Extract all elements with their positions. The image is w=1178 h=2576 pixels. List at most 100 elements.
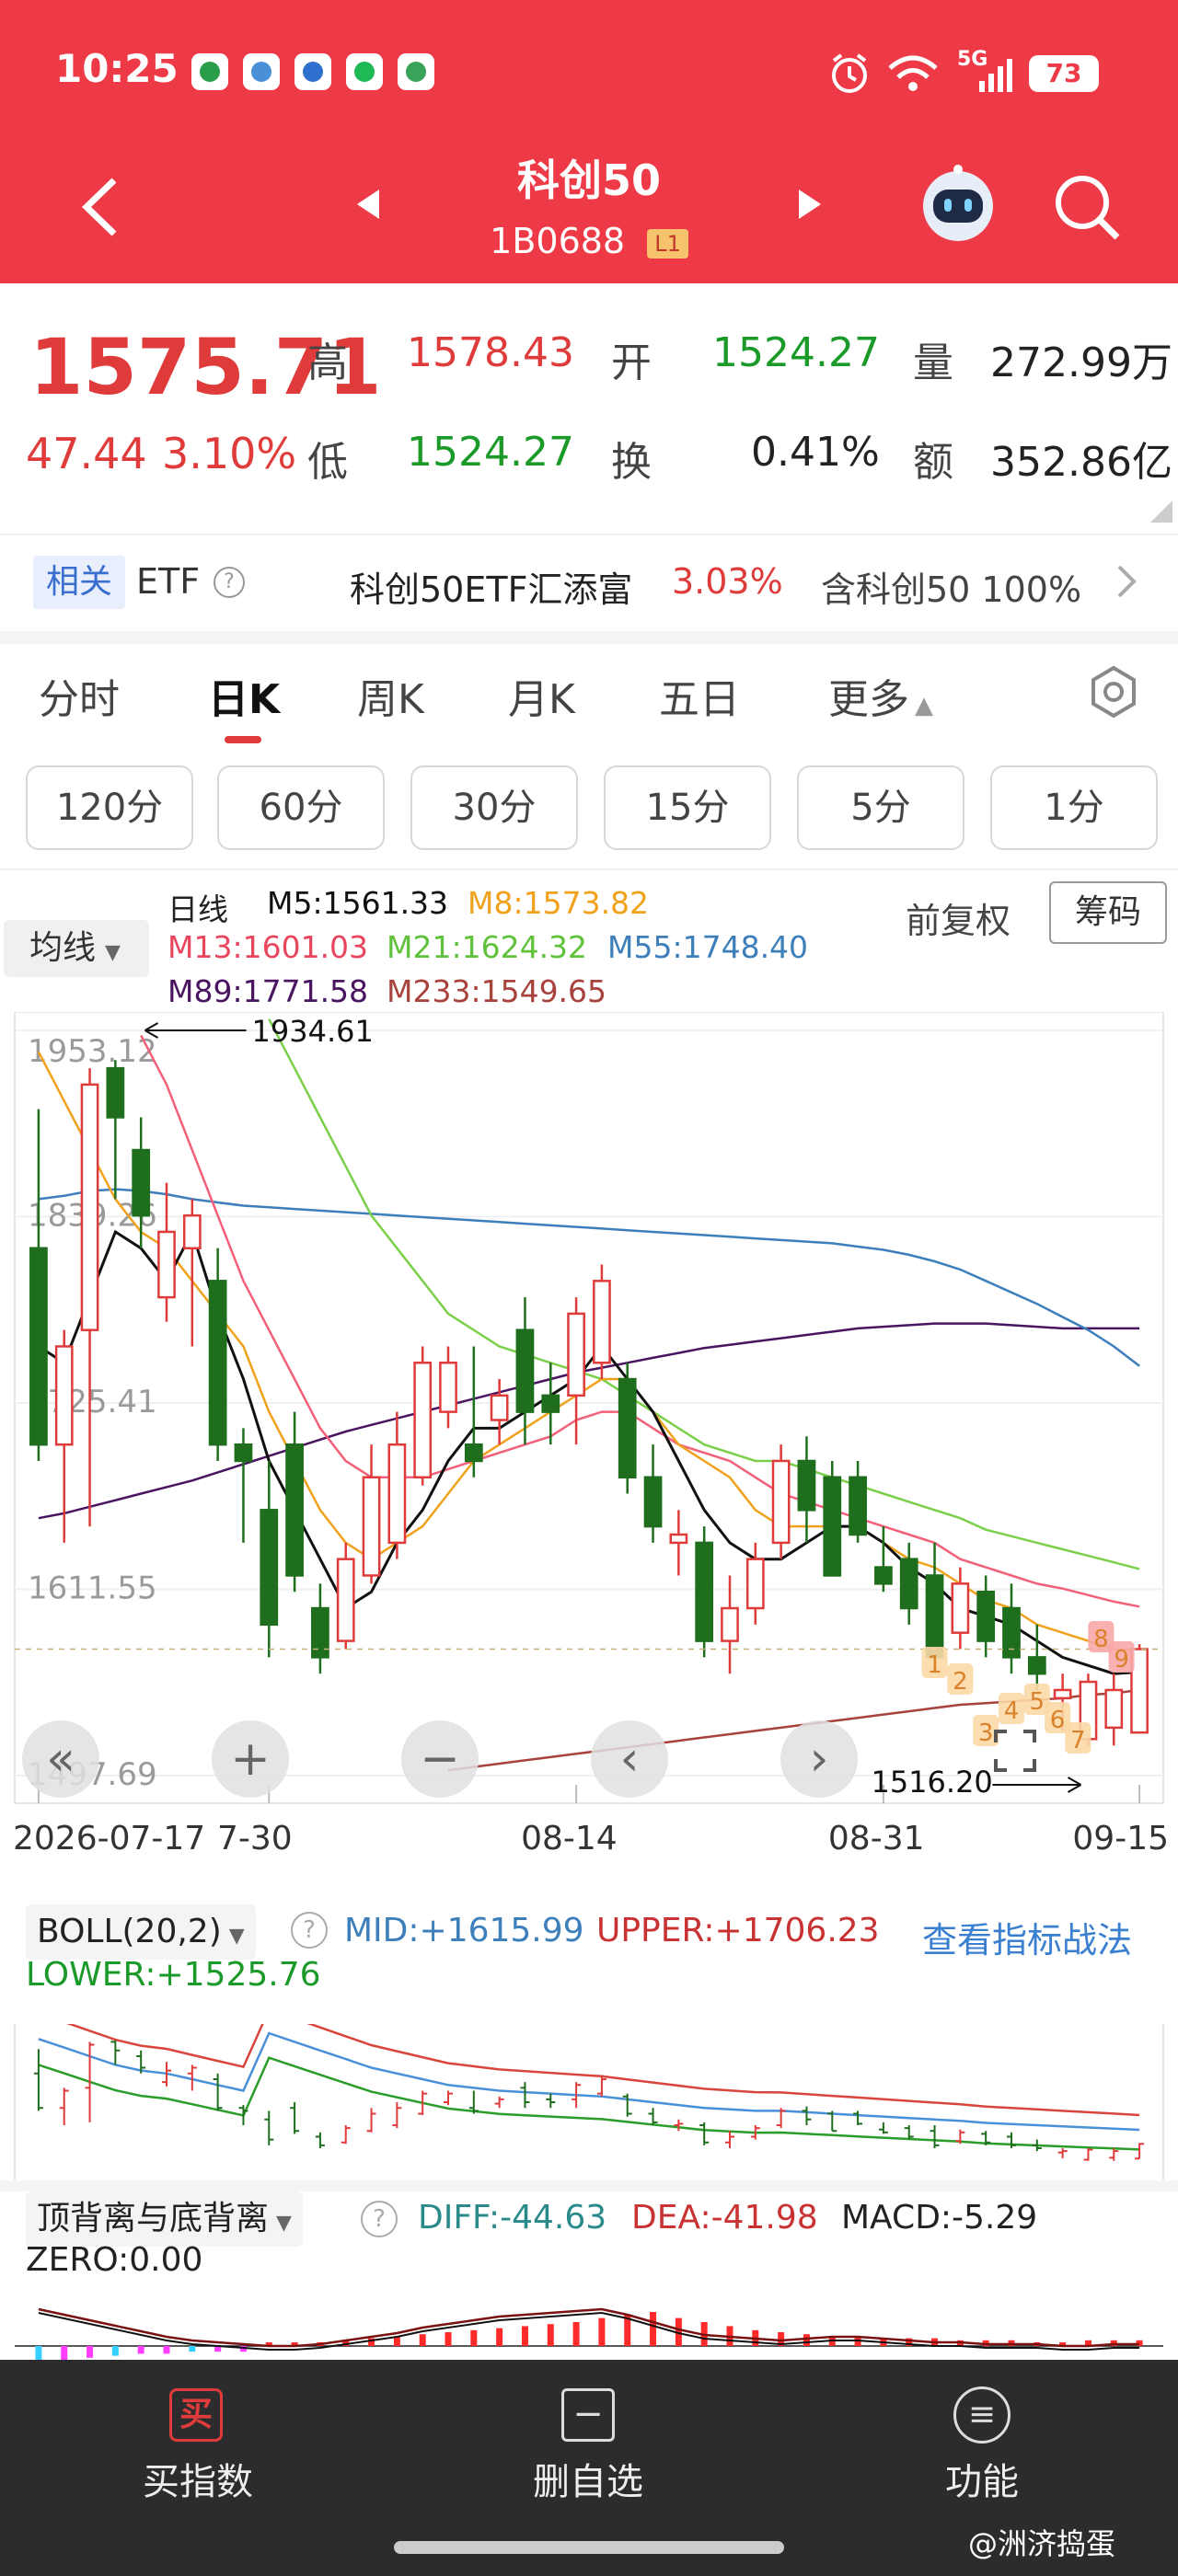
period-60min-button[interactable]: 60分 [217,765,385,850]
ma-m8: M8:1573.82 [468,885,650,921]
alarm-icon [832,53,867,93]
help-icon[interactable]: ? [214,567,245,598]
x-tick-label: 09-15 [1072,1820,1169,1857]
ma-selector-label: 均线 [29,929,97,967]
etf-pct: 3.03% [672,561,783,602]
x-tick-label: 2026-07-17 [13,1820,205,1857]
ma-selector[interactable]: 均线 ▼ [4,920,149,977]
search-icon[interactable] [1051,171,1125,245]
next-stock-arrow-icon[interactable] [797,186,825,223]
macd-label: 顶背离与底背离 [37,2200,270,2237]
signal-tag-label: 3 [978,1719,994,1747]
period-1min-button[interactable]: 1分 [990,765,1158,850]
period-5min-button[interactable]: 5分 [797,765,964,850]
x-tick-label: 08-14 [521,1820,618,1857]
candle [771,1459,791,1545]
candle [899,1558,918,1610]
candle [618,1377,637,1479]
macd-selector[interactable]: 顶背离与底背离 ▼ [26,2191,303,2247]
help-icon[interactable]: ? [291,1912,328,1949]
candle [132,1148,151,1217]
app-notification-icon [294,53,331,90]
battery-indicator: 73 [1029,55,1099,92]
remove-watchlist-icon[interactable]: − [561,2388,615,2442]
candle [1002,1606,1021,1659]
divider [0,868,1178,870]
macd-diff: DIFF:-44.63 [418,2199,607,2237]
adjustment-mode[interactable]: 前复权 [906,892,1011,943]
rewind-button[interactable]: « [22,1720,99,1798]
chip-distribution-button[interactable]: 筹码 [1049,881,1167,944]
indicator-strategy-link[interactable]: 查看指标战法 [922,1912,1132,1962]
candle [439,1362,457,1413]
home-indicator[interactable] [394,2541,784,2554]
candle [515,1328,535,1413]
candle [80,1083,99,1331]
ma-daily-label: 日线 [167,891,228,927]
signal-icon [979,59,1012,92]
candle [208,1280,227,1446]
high-marker-label: 1934.61 [252,1014,374,1049]
candle [387,1443,407,1545]
low-label: 低 [307,439,348,486]
candle [823,1476,842,1577]
high-label: 高 [307,339,348,386]
fullscreen-icon[interactable] [994,1730,1036,1772]
menu-icon[interactable]: ≡ [953,2386,1011,2444]
boll-chart[interactable] [0,2024,1178,2180]
candle [1027,1656,1046,1675]
signal-tag-label: 8 [1093,1626,1109,1653]
period-120min-button[interactable]: 120分 [26,765,193,850]
period-15min-button[interactable]: 15分 [604,765,771,850]
ma-line-m8 [37,1051,1140,1652]
tab-more[interactable]: 更多 ▲ [828,666,933,725]
period-30min-button[interactable]: 30分 [410,765,578,850]
tab-five-day[interactable]: 五日 [659,666,740,725]
stock-title: 科创50 [516,155,661,205]
settings-hexagon-icon[interactable] [1086,664,1141,719]
candle [311,1606,329,1659]
x-tick-label: 7-30 [217,1820,293,1857]
tab-monthly-k[interactable]: 月K [508,666,575,725]
dropdown-triangle-icon: ▼ [105,941,121,964]
buy-index-button[interactable]: 买指数 [101,2452,294,2505]
candle [874,1566,893,1585]
macd-chart[interactable] [0,2272,1178,2360]
buy-icon[interactable]: 买 [169,2388,223,2442]
etf-label: ETF [136,561,201,602]
candle [951,1582,970,1634]
candle [745,1558,765,1610]
tab-daily-k[interactable]: 日K [208,666,280,725]
turnover-value: 0.41% [751,429,880,476]
zoom-in-button[interactable]: + [212,1720,289,1798]
candle [695,1541,714,1642]
stock-code: 1B0688 [490,221,626,261]
help-icon[interactable]: ? [361,2201,398,2237]
boll-selector[interactable]: BOLL(20,2) ▼ [26,1904,256,1960]
function-button[interactable]: 功能 [885,2452,1079,2505]
remove-watchlist-button[interactable]: 删自选 [491,2452,685,2505]
amount-label: 额 [913,439,953,486]
candle [925,1574,944,1659]
x-tick-label: 08-31 [828,1820,925,1857]
scroll-left-button[interactable]: ‹ [591,1720,668,1798]
triangle-up-icon: ▲ [915,692,933,719]
level-badge: L1 [647,228,688,259]
candle [464,1443,483,1463]
tab-weekly-k[interactable]: 周K [357,666,424,725]
spotify-notification-icon [346,53,383,90]
zoom-out-button[interactable]: − [401,1720,479,1798]
candle [721,1606,739,1642]
boll-mid-line [38,2031,1140,2132]
high-value: 1578.43 [407,329,574,376]
related-etf-row[interactable]: 相关 ETF ? 科创50ETF汇添富 3.03% 含科创50 100% [0,534,1178,644]
boll-lower: LOWER:+1525.76 [26,1956,321,1994]
scroll-right-button[interactable]: › [780,1720,858,1798]
expand-corner-icon[interactable] [1150,500,1172,523]
robot-assistant-icon[interactable] [917,162,999,245]
stock-code-row: 1B0688 L1 [0,221,1178,261]
app-notification-icon [398,53,434,90]
tab-timeshare[interactable]: 分时 [39,666,120,725]
wifi-icon [888,55,938,91]
ma-m5: M5:1561.33 [267,885,449,921]
